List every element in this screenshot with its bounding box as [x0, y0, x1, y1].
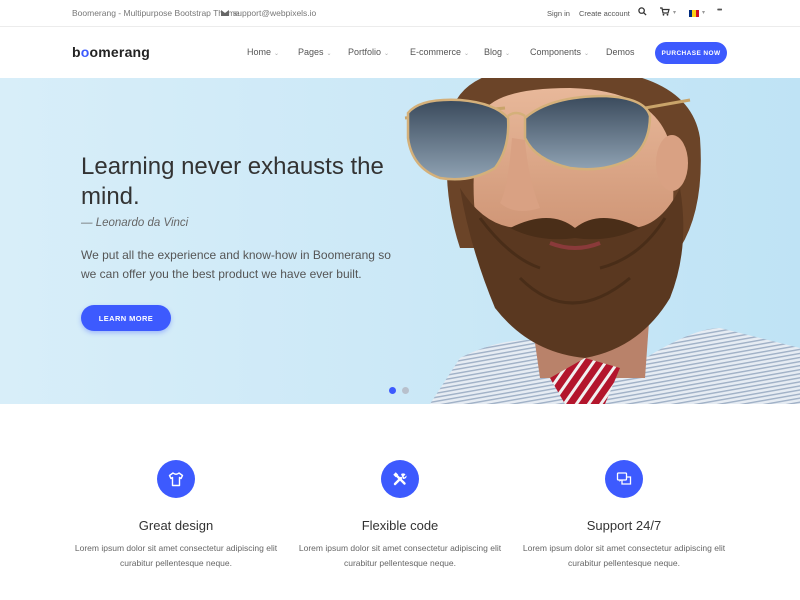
nav-item-home[interactable]: Home ⌄ [247, 47, 279, 57]
nav-label: E-commerce [410, 47, 462, 57]
feature-card: Great design Lorem ipsum dolor sit amet … [66, 460, 286, 571]
slider-pagination [389, 387, 409, 394]
chevron-down-icon: ⌄ [384, 51, 390, 57]
tshirt-icon [157, 460, 195, 498]
feature-title: Great design [138, 518, 214, 533]
nav-label: Portfolio [348, 47, 382, 57]
cart-icon[interactable] [660, 7, 670, 18]
feature-title: Support 24/7 [586, 518, 662, 533]
slider-dot-1[interactable] [389, 387, 396, 394]
learn-more-button[interactable]: LEARN MORE [81, 305, 171, 331]
nav-item-components[interactable]: Components ⌄ [530, 47, 589, 57]
nav-item-ecommerce[interactable]: E-commerce ⌄ [410, 47, 469, 57]
cart-caret-icon: ▾ [673, 10, 677, 16]
feature-text: Lorem ipsum dolor sit amet consectetur a… [522, 543, 726, 568]
brand-logo[interactable]: boomerang [72, 44, 150, 60]
nav-label: Demos [606, 47, 635, 57]
create-account-link[interactable]: Create account [579, 9, 630, 18]
nav-label: Home [247, 47, 272, 57]
chevron-down-icon: ⌄ [464, 51, 470, 57]
nav-item-demos[interactable]: Demos [606, 47, 635, 57]
sign-in-link[interactable]: Sign in [547, 9, 570, 18]
feature-text: Lorem ipsum dolor sit amet consectetur a… [298, 543, 502, 568]
nav-label: Pages [298, 47, 324, 57]
site-tagline: Boomerang - Multipurpose Bootstrap Theme [72, 8, 240, 18]
language-caret-icon: ▾ [702, 10, 706, 16]
main-navbar: boomerang Home ⌄ Pages ⌄ Portfolio ⌄ E-comm… [0, 27, 800, 78]
chevron-down-icon: ⌄ [274, 51, 280, 57]
chevron-down-icon: ⌄ [326, 51, 332, 57]
search-icon[interactable] [638, 7, 647, 18]
top-bar: Boomerang - Multipurpose Bootstrap Theme… [0, 0, 800, 27]
nav-label: Components [530, 47, 582, 57]
nav-item-portfolio[interactable]: Portfolio ⌄ [348, 47, 389, 57]
chat-icon [605, 460, 643, 498]
purchase-now-button[interactable]: PURCHASE NOW [655, 42, 727, 64]
support-email[interactable]: support@webpixels.io [233, 8, 316, 18]
nav-item-pages[interactable]: Pages ⌄ [298, 47, 332, 57]
chevron-down-icon: ⌄ [584, 51, 590, 57]
hero-title: Learning never exhausts the mind. [81, 153, 384, 210]
envelope-icon [221, 10, 229, 16]
feature-card: Flexible code Lorem ipsum dolor sit amet… [290, 460, 510, 571]
feature-title: Flexible code [361, 518, 439, 533]
hero-slider: Learning never exhausts the mind. — Leon… [0, 78, 800, 404]
more-icon[interactable]: ••• [717, 7, 722, 14]
slider-dot-2[interactable] [402, 387, 409, 394]
nav-item-blog[interactable]: Blog ⌄ [484, 47, 510, 57]
support-contact[interactable]: support@webpixels.io [221, 8, 316, 18]
chevron-down-icon: ⌄ [505, 51, 511, 57]
feature-card: Support 24/7 Lorem ipsum dolor sit amet … [514, 460, 734, 571]
hero-man-photo [404, 78, 800, 404]
hero-quote-author: — Leonardo da Vinci [81, 217, 189, 229]
tools-icon [381, 460, 419, 498]
features-section: Great design Lorem ipsum dolor sit amet … [0, 404, 800, 600]
feature-text: Lorem ipsum dolor sit amet consectetur a… [74, 543, 278, 568]
hero-description: We put all the experience and know-how i… [81, 248, 391, 281]
flag-icon[interactable] [689, 10, 699, 17]
nav-label: Blog [484, 47, 503, 57]
